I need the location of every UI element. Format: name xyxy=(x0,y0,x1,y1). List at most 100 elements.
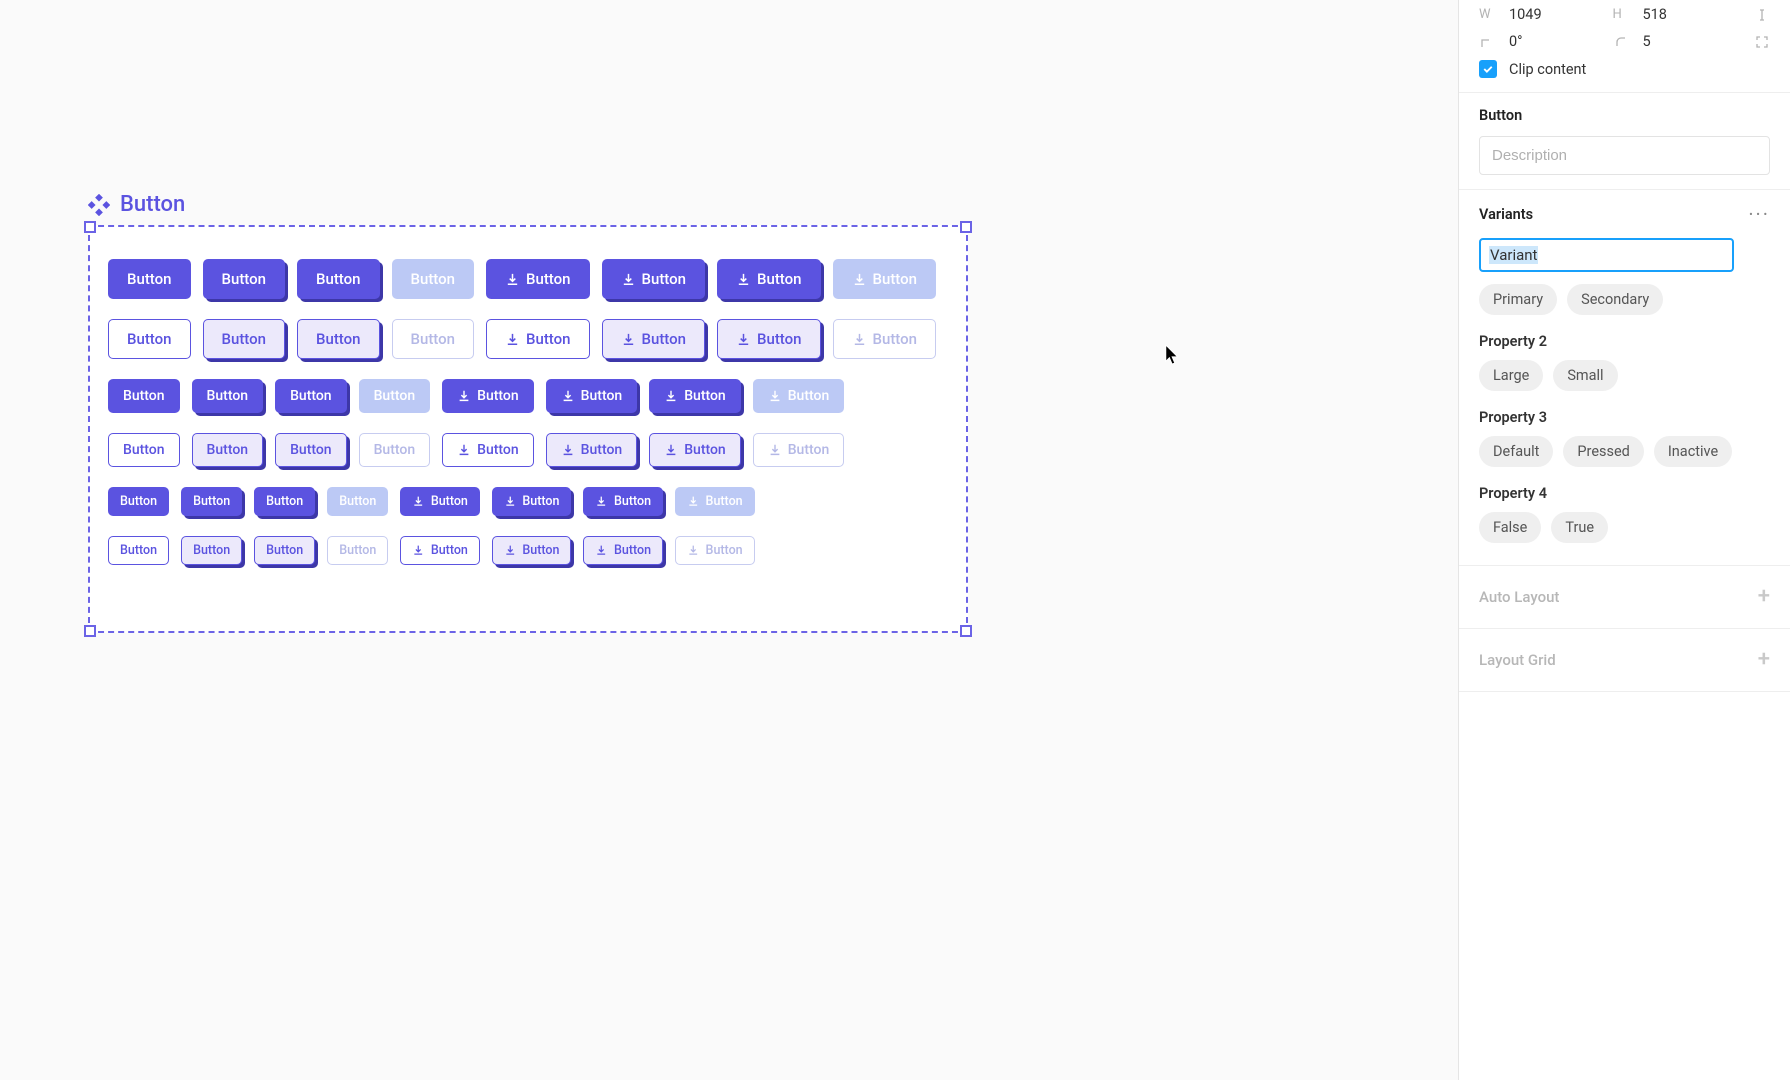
variant-button[interactable]: Button xyxy=(833,319,937,359)
variant-button[interactable]: Button xyxy=(359,379,431,413)
variant-button[interactable]: Button xyxy=(297,319,380,359)
variant-button[interactable]: Button xyxy=(392,319,475,359)
variant-button[interactable]: Button xyxy=(192,433,264,467)
corner-radius-value[interactable]: 5 xyxy=(1643,33,1735,50)
variant-value-chip[interactable]: Pressed xyxy=(1563,436,1643,467)
variant-value-chip[interactable]: False xyxy=(1479,512,1541,543)
variant-button[interactable]: Button xyxy=(297,259,380,299)
component-description-input[interactable] xyxy=(1479,136,1770,175)
download-icon xyxy=(595,544,608,557)
variant-button[interactable]: Button xyxy=(753,433,845,467)
variant-property-name-input[interactable]: Variant xyxy=(1479,238,1734,272)
variant-button[interactable]: Button xyxy=(254,487,315,516)
resize-handle-tr[interactable] xyxy=(960,221,972,233)
auto-layout-section[interactable]: Auto Layout + xyxy=(1459,566,1790,629)
variant-property-label[interactable]: Property 4 xyxy=(1479,485,1770,502)
variant-button[interactable]: Button xyxy=(192,379,264,413)
variant-button[interactable]: Button xyxy=(753,379,845,413)
variant-button[interactable]: Button xyxy=(833,259,937,299)
variant-button[interactable]: Button xyxy=(181,487,242,516)
component-heading: Button xyxy=(1479,107,1770,124)
variant-button[interactable]: Button xyxy=(492,487,572,516)
variant-value-chip[interactable]: Inactive xyxy=(1654,436,1732,467)
variant-button[interactable]: Button xyxy=(442,379,534,413)
variant-button[interactable]: Button xyxy=(675,536,755,565)
resize-handle-tl[interactable] xyxy=(84,221,96,233)
variant-button[interactable]: Button xyxy=(400,536,480,565)
variant-button[interactable]: Button xyxy=(203,319,286,359)
plus-icon: + xyxy=(1758,586,1770,608)
variant-property-name-value: Variant xyxy=(1489,246,1538,264)
variant-button[interactable]: Button xyxy=(359,433,431,467)
component-set-frame[interactable]: Button Button Button Button Button Butto… xyxy=(88,225,968,633)
variant-value-chip[interactable]: Secondary xyxy=(1567,284,1663,315)
variant-button[interactable]: Button xyxy=(181,536,242,565)
layout-grid-label: Layout Grid xyxy=(1479,651,1556,669)
variant-button[interactable]: Button xyxy=(649,379,741,413)
variant-grid: Button Button Button Button Button Butto… xyxy=(90,227,966,577)
variant-value-chip[interactable]: Large xyxy=(1479,360,1543,391)
variant-button[interactable]: Button xyxy=(717,259,821,299)
layout-grid-section[interactable]: Layout Grid + xyxy=(1459,629,1790,692)
variant-button[interactable]: Button xyxy=(717,319,821,359)
variant-button[interactable]: Button xyxy=(392,259,475,299)
variant-value-chip[interactable]: True xyxy=(1551,512,1608,543)
variants-heading: Variants xyxy=(1479,206,1533,223)
download-icon xyxy=(412,495,425,508)
variant-button[interactable]: Button xyxy=(327,536,388,565)
variant-button[interactable]: Button xyxy=(442,433,534,467)
variant-button[interactable]: Button xyxy=(675,487,755,516)
download-icon xyxy=(687,495,700,508)
variant-button[interactable]: Button xyxy=(108,536,169,565)
variant-button[interactable]: Button xyxy=(275,379,347,413)
variant-button[interactable]: Button xyxy=(275,433,347,467)
design-canvas[interactable]: Button Button Button Button Button Butto… xyxy=(0,0,1458,1080)
width-value[interactable]: 1049 xyxy=(1509,6,1601,23)
component-title: Button xyxy=(88,192,185,217)
variant-button[interactable]: Button xyxy=(583,536,663,565)
rotation-value[interactable]: 0° xyxy=(1509,33,1601,50)
component-section: Button xyxy=(1459,93,1790,190)
variant-button[interactable]: Button xyxy=(546,379,638,413)
rotation-icon xyxy=(1479,34,1495,50)
variant-button[interactable]: Button xyxy=(486,259,590,299)
download-icon xyxy=(561,389,575,403)
variant-row: Button Button Button Button Button Butto… xyxy=(108,536,948,565)
variant-button[interactable]: Button xyxy=(602,319,706,359)
variant-value-chip[interactable]: Primary xyxy=(1479,284,1557,315)
variant-button[interactable]: Button xyxy=(108,259,191,299)
variant-button[interactable]: Button xyxy=(203,259,286,299)
transform-section: W 1049 H 518 0° 5 Clip content xyxy=(1459,0,1790,93)
width-label: W xyxy=(1479,7,1497,22)
variant-button[interactable]: Button xyxy=(492,536,572,565)
download-icon xyxy=(768,443,782,457)
variant-button[interactable]: Button xyxy=(400,487,480,516)
independent-corners-icon[interactable] xyxy=(1754,34,1770,50)
height-value[interactable]: 518 xyxy=(1643,6,1735,23)
variant-button[interactable]: Button xyxy=(546,433,638,467)
constrain-proportions-icon[interactable] xyxy=(1754,7,1770,23)
variants-more-icon[interactable]: ··· xyxy=(1748,204,1770,224)
variant-property-label[interactable]: Property 2 xyxy=(1479,333,1770,350)
variant-button[interactable]: Button xyxy=(327,487,388,516)
variant-button[interactable]: Button xyxy=(649,433,741,467)
variant-button[interactable]: Button xyxy=(254,536,315,565)
variant-property-label[interactable]: Property 3 xyxy=(1479,409,1770,426)
variant-value-chip[interactable]: Small xyxy=(1553,360,1617,391)
resize-handle-bl[interactable] xyxy=(84,625,96,637)
auto-layout-label: Auto Layout xyxy=(1479,588,1559,606)
clip-content-checkbox[interactable] xyxy=(1479,60,1497,78)
variant-button[interactable]: Button xyxy=(108,379,180,413)
variant-button[interactable]: Button xyxy=(108,433,180,467)
variant-button[interactable]: Button xyxy=(108,319,191,359)
download-icon xyxy=(664,443,678,457)
variant-button[interactable]: Button xyxy=(486,319,590,359)
download-icon xyxy=(561,443,575,457)
variant-button[interactable]: Button xyxy=(108,487,169,516)
download-icon xyxy=(505,272,520,287)
variant-button[interactable]: Button xyxy=(583,487,663,516)
variant-value-chip[interactable]: Default xyxy=(1479,436,1553,467)
variant-button[interactable]: Button xyxy=(602,259,706,299)
resize-handle-br[interactable] xyxy=(960,625,972,637)
corner-radius-icon xyxy=(1613,34,1629,50)
